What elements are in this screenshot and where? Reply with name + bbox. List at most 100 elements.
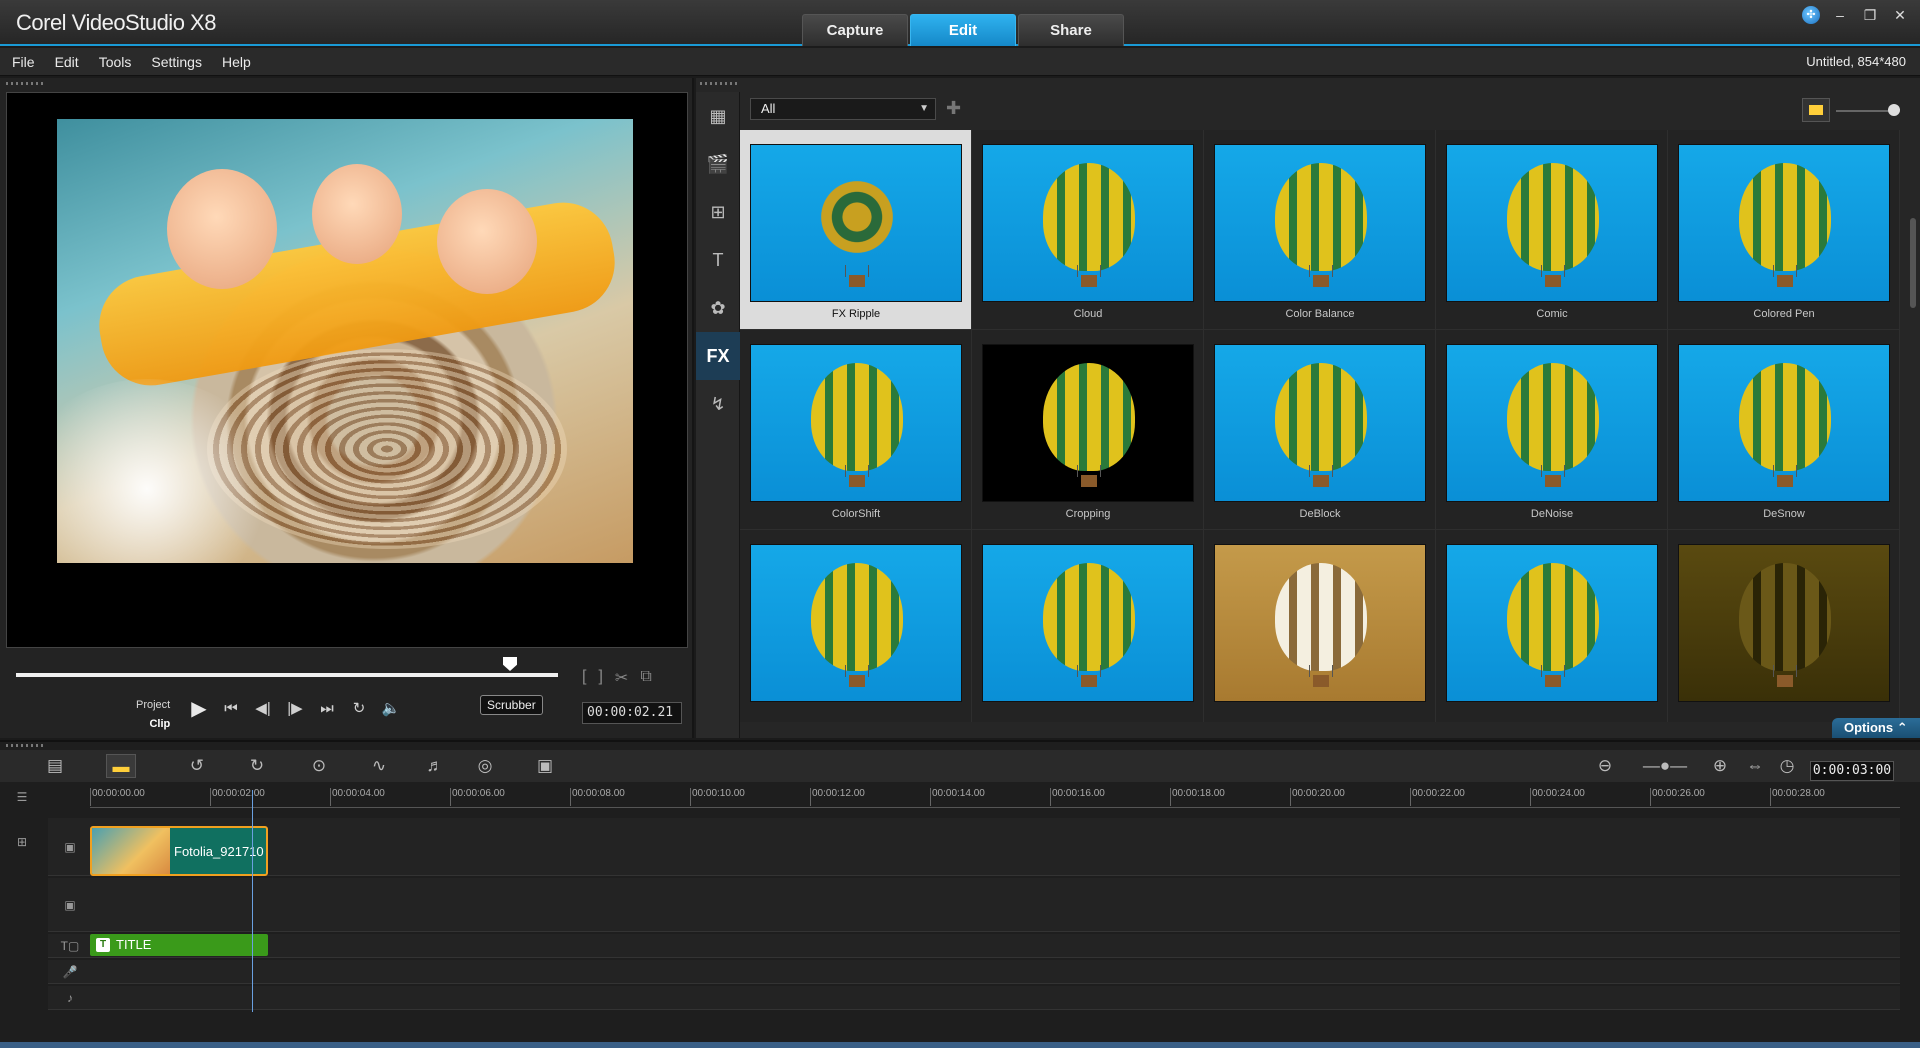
record-capture-icon[interactable]: ⊙ bbox=[304, 754, 334, 778]
effects-grid: FX Ripple Cloud Color Balance Comic Colored … bbox=[740, 130, 1900, 722]
filter-dropdown[interactable]: All ▼ bbox=[750, 98, 936, 120]
split-clip-icon[interactable]: ✂ bbox=[615, 668, 628, 688]
timeline-toolbar: ▤ ▬ ↺ ↻ ⊙ ∿ ♬ ◎ ▣ ⊖ —●— ⊕ ⇔ ◷ 0:00:03:00 bbox=[0, 750, 1920, 782]
effect-item[interactable]: Cloud bbox=[972, 130, 1204, 330]
scrubber-track[interactable] bbox=[16, 673, 558, 677]
overlay-track-toggle-icon[interactable]: ⊞ bbox=[0, 832, 44, 852]
music-track-icon[interactable]: ♪ bbox=[48, 986, 92, 1010]
project-mode-label[interactable]: Project bbox=[136, 696, 170, 715]
balloon-basket bbox=[1081, 675, 1097, 687]
volume-icon[interactable]: 🔈 bbox=[380, 698, 402, 720]
effect-item[interactable]: Comic bbox=[1436, 130, 1668, 330]
effect-item[interactable]: DeNoise bbox=[1436, 330, 1668, 530]
effect-item[interactable] bbox=[1204, 530, 1436, 722]
timeline-playhead[interactable] bbox=[252, 790, 253, 1012]
title-icon[interactable]: T bbox=[696, 236, 740, 284]
tab-edit[interactable]: Edit bbox=[910, 14, 1016, 46]
close-icon[interactable]: ✕ bbox=[1890, 6, 1910, 24]
effect-thumbnail bbox=[1446, 144, 1658, 302]
thumbnail-size-knob[interactable] bbox=[1888, 104, 1900, 116]
undo-icon[interactable]: ↺ bbox=[182, 754, 212, 778]
library-sidebar: ▦ 🎬 ⊞ T ✿ FX ↯ bbox=[696, 92, 740, 738]
redo-icon[interactable]: ↻ bbox=[242, 754, 272, 778]
add-favorite-icon[interactable]: ✚ bbox=[946, 98, 961, 119]
storyboard-view-icon[interactable]: ▤ bbox=[40, 754, 70, 778]
view-toggle-button[interactable] bbox=[1802, 98, 1830, 122]
mark-out-icon[interactable]: ] bbox=[598, 668, 602, 688]
previous-frame-icon[interactable]: ◀| bbox=[252, 698, 274, 720]
effect-thumbnail bbox=[982, 144, 1194, 302]
balloon-shape bbox=[1275, 163, 1367, 271]
restore-icon[interactable]: ❐ bbox=[1860, 6, 1880, 24]
timeline-timecode[interactable]: 0:00:03:00 bbox=[1810, 761, 1894, 781]
effect-item[interactable]: DeSnow bbox=[1668, 330, 1900, 530]
end-icon[interactable]: ⏭ bbox=[316, 698, 338, 720]
menu-tools[interactable]: Tools bbox=[99, 54, 132, 70]
panel-grip[interactable] bbox=[700, 82, 740, 85]
balloon-shape bbox=[1739, 363, 1831, 471]
fit-project-icon[interactable]: ⇔ bbox=[1740, 754, 1770, 778]
scrubber-handle[interactable] bbox=[503, 657, 517, 671]
voice-track-icon[interactable]: 🎤 bbox=[48, 960, 92, 984]
overlay-track-icon[interactable]: ▣ bbox=[48, 878, 92, 932]
fx-icon[interactable]: FX bbox=[696, 332, 740, 380]
next-frame-icon[interactable]: |▶ bbox=[284, 698, 306, 720]
options-label: Options bbox=[1844, 720, 1894, 735]
instant-project-icon[interactable]: 🎬 bbox=[696, 140, 740, 188]
panel-grip[interactable] bbox=[6, 744, 46, 747]
sound-mixer-icon[interactable]: ∿ bbox=[364, 754, 394, 778]
balloon-basket bbox=[1313, 275, 1329, 287]
repeat-icon[interactable]: ↻ bbox=[348, 698, 370, 720]
effect-item[interactable]: Color Balance bbox=[1204, 130, 1436, 330]
enlarge-preview-icon[interactable]: ⧉ bbox=[640, 668, 651, 688]
options-button[interactable]: Options ⌃ bbox=[1832, 718, 1920, 738]
effect-item[interactable]: Colored Pen bbox=[1668, 130, 1900, 330]
menu-settings[interactable]: Settings bbox=[151, 54, 202, 70]
effect-item[interactable]: DeBlock bbox=[1204, 330, 1436, 530]
video-track-icon[interactable]: ▣ bbox=[48, 818, 92, 876]
globe-icon[interactable]: ✣ bbox=[1802, 6, 1820, 24]
effect-item[interactable] bbox=[740, 530, 972, 722]
video-clip[interactable]: Fotolia_921710 bbox=[90, 826, 268, 876]
tab-share[interactable]: Share bbox=[1018, 14, 1124, 46]
auto-music-icon[interactable]: ♬ bbox=[420, 754, 450, 778]
minimize-icon[interactable]: – bbox=[1830, 6, 1850, 24]
menu-edit[interactable]: Edit bbox=[55, 54, 79, 70]
balloon-basket bbox=[1777, 675, 1793, 687]
zoom-in-icon[interactable]: ⊕ bbox=[1705, 754, 1735, 778]
zoom-out-icon[interactable]: ⊖ bbox=[1590, 754, 1620, 778]
play-icon[interactable]: ▶ bbox=[188, 698, 210, 720]
effect-label: Comic bbox=[1536, 308, 1568, 320]
player-timecode[interactable]: 00:00:02.21 bbox=[582, 702, 682, 724]
panel-grip[interactable] bbox=[6, 82, 46, 85]
transition-icon[interactable]: ⊞ bbox=[696, 188, 740, 236]
tab-capture[interactable]: Capture bbox=[802, 14, 908, 46]
motion-tracking-icon[interactable]: ◎ bbox=[470, 754, 500, 778]
balloon-shape bbox=[1739, 563, 1831, 671]
effect-item[interactable] bbox=[972, 530, 1204, 722]
effect-item[interactable]: ColorShift bbox=[740, 330, 972, 530]
track-manager-icon[interactable]: ☰ bbox=[0, 786, 44, 808]
library-scrollbar[interactable] bbox=[1910, 218, 1916, 308]
subtitle-editor-icon[interactable]: ▣ bbox=[530, 754, 560, 778]
mark-in-icon[interactable]: [ bbox=[582, 668, 586, 688]
balloon-shape bbox=[811, 363, 903, 471]
timeline-ruler[interactable]: 00:00:00.00 00:00:02.00 00:00:04.00 00:00:0… bbox=[90, 786, 1900, 808]
media-icon[interactable]: ▦ bbox=[696, 92, 740, 140]
menu-file[interactable]: File bbox=[12, 54, 35, 70]
timeline-view-icon[interactable]: ▬ bbox=[106, 754, 136, 778]
clip-mode-label[interactable]: Clip bbox=[136, 715, 170, 734]
effect-item[interactable] bbox=[1436, 530, 1668, 722]
effect-thumbnail bbox=[1446, 344, 1658, 502]
home-icon[interactable]: ⏮ bbox=[220, 698, 242, 720]
title-clip[interactable]: T TITLE bbox=[90, 934, 268, 956]
effect-item[interactable]: FX Ripple bbox=[740, 130, 972, 330]
graphic-icon[interactable]: ✿ bbox=[696, 284, 740, 332]
menu-help[interactable]: Help bbox=[222, 54, 251, 70]
path-icon[interactable]: ↯ bbox=[696, 380, 740, 428]
title-track-icon[interactable]: T▢ bbox=[48, 934, 92, 958]
zoom-slider[interactable]: —●— bbox=[1630, 754, 1700, 778]
video-clip-name: Fotolia_921710 bbox=[174, 844, 264, 859]
effect-item[interactable] bbox=[1668, 530, 1900, 722]
effect-item[interactable]: Cropping bbox=[972, 330, 1204, 530]
